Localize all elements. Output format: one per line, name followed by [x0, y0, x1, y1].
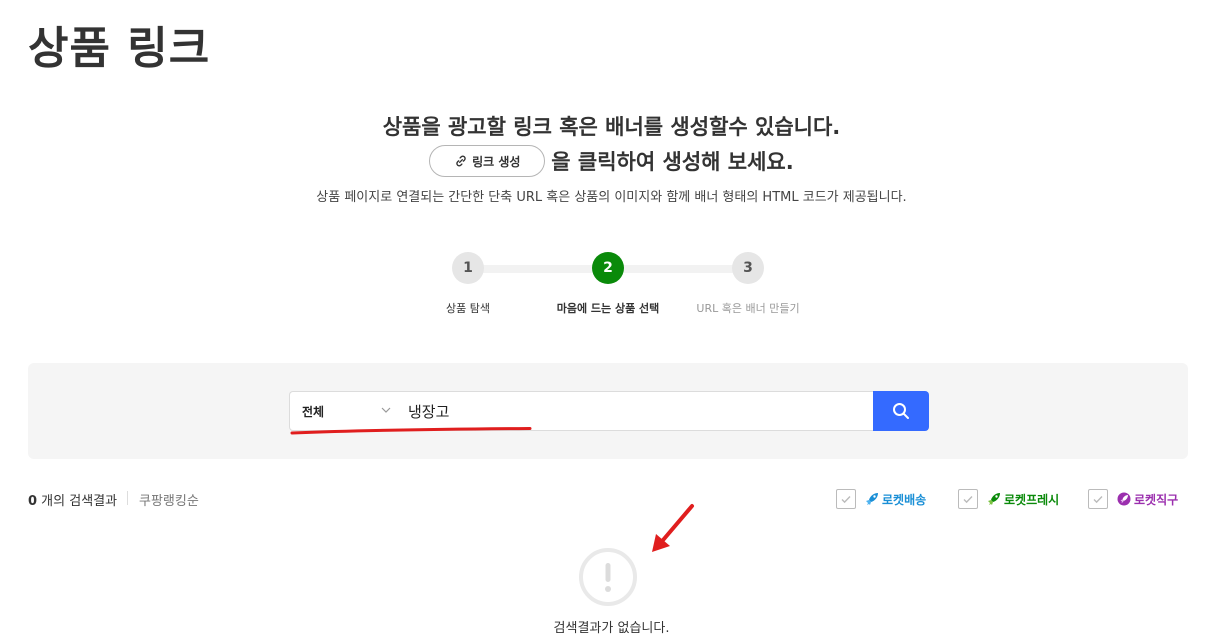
filter-rocket-global-checkbox[interactable] — [1088, 489, 1108, 509]
check-icon — [963, 496, 973, 504]
link-create-button[interactable]: 링크 생성 — [429, 145, 546, 177]
step-3-number: 3 — [732, 252, 764, 284]
filter-rocket-fresh-label: 로켓프레시 — [1004, 492, 1060, 507]
filter-rocket-delivery-label: 로켓배송 — [882, 492, 927, 507]
link-create-button-label: 링크 생성 — [472, 154, 521, 169]
filter-rocket-delivery-badge: 로켓배송 — [864, 491, 926, 508]
filter-rocket-global-badge: 로켓직구 — [1116, 491, 1178, 508]
filter-rocket-global-label: 로켓직구 — [1134, 492, 1179, 507]
rocket-global-icon — [1117, 492, 1131, 506]
step-3: 3 URL 혹은 배너 만들기 — [678, 252, 818, 316]
filter-rocket-fresh[interactable]: 로켓프레시 — [958, 488, 1059, 510]
check-icon — [1093, 496, 1103, 504]
intro-section: 상품을 광고할 링크 혹은 배너를 생성할수 있습니다. 링크 생성 을 클릭하… — [0, 112, 1223, 205]
rocket-icon — [866, 493, 878, 505]
rocket-icon — [988, 493, 1000, 505]
intro-instruction: 링크 생성 을 클릭하여 생성해 보세요. — [0, 144, 1223, 178]
filter-rocket-delivery-checkbox[interactable] — [836, 489, 856, 509]
results-count-suffix: 개의 검색결과 — [37, 494, 118, 509]
step-1-label: 상품 탐색 — [446, 302, 490, 315]
category-select[interactable]: 전체 — [290, 392, 400, 430]
search-panel: 전체 — [28, 363, 1188, 459]
results-bar: 0 개의 검색결과 쿠팡랭킹순 로켓배송 로켓프레시 로켓직구 — [28, 488, 1188, 510]
step-1-number: 1 — [452, 252, 484, 284]
annotation-arrow — [652, 504, 694, 552]
check-icon — [841, 496, 851, 504]
link-icon — [456, 155, 466, 167]
divider — [127, 491, 128, 505]
step-2: 2 마음에 드는 상품 선택 — [538, 252, 678, 316]
intro-description: 상품 페이지로 연결되는 간단한 단축 URL 혹은 상품의 이미지와 함께 배… — [316, 190, 907, 205]
step-3-label: URL 혹은 배너 만들기 — [696, 302, 800, 315]
results-count: 0 개의 검색결과 — [28, 490, 117, 509]
intro-instruction-text: 을 클릭하여 생성해 보세요. — [551, 150, 794, 174]
search-field-group: 전체 — [289, 391, 873, 431]
category-select-value: 전체 — [302, 404, 325, 419]
search-box: 전체 — [289, 391, 929, 431]
step-progress: 1 상품 탐색 2 마음에 드는 상품 선택 3 URL 혹은 배너 만들기 — [420, 252, 820, 322]
search-input[interactable] — [400, 392, 873, 430]
filter-rocket-fresh-badge: 로켓프레시 — [986, 491, 1059, 508]
step-2-label: 마음에 드는 상품 선택 — [556, 302, 660, 315]
sort-option[interactable]: 쿠팡랭킹순 — [139, 490, 199, 509]
chevron-down-icon — [381, 407, 391, 413]
filter-rocket-delivery[interactable]: 로켓배송 — [836, 488, 926, 510]
intro-headline: 상품을 광고할 링크 혹은 배너를 생성할수 있습니다. — [382, 115, 841, 139]
step-2-number: 2 — [592, 252, 624, 284]
search-icon — [893, 403, 909, 419]
empty-results-message: 검색결과가 없습니다. — [553, 621, 670, 636]
annotation-underline — [290, 427, 532, 435]
search-button[interactable] — [873, 391, 929, 431]
step-1: 1 상품 탐색 — [398, 252, 538, 316]
filter-rocket-global[interactable]: 로켓직구 — [1088, 488, 1178, 510]
results-count-number: 0 — [28, 494, 38, 509]
page-title: 상품 링크 — [28, 23, 211, 74]
filter-rocket-fresh-checkbox[interactable] — [958, 489, 978, 509]
alert-icon — [579, 548, 637, 606]
